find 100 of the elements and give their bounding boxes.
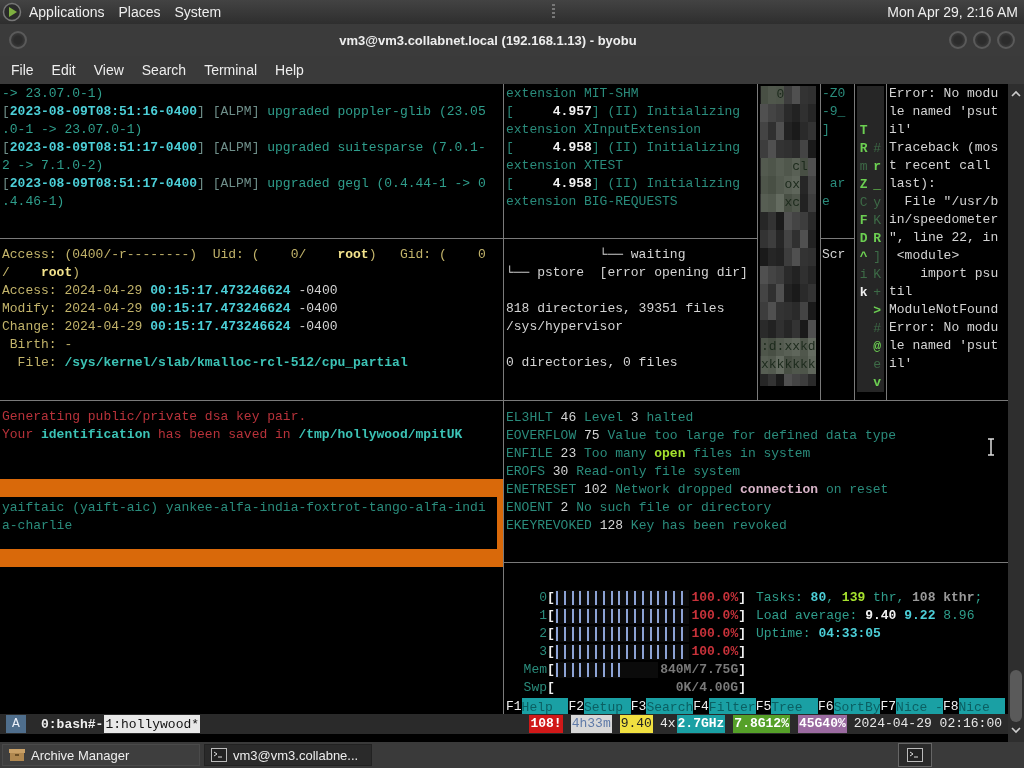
terminal-line: [ 4.957] (II) Initializing bbox=[506, 103, 741, 121]
matrix-letter: K bbox=[872, 266, 883, 284]
terminal-line: [2023-08-09T08:51:17-0400] [ALPM] upgraded gegl (0.4.44-1 -> 0 bbox=[2, 175, 486, 193]
window-menu-button[interactable] bbox=[9, 31, 27, 49]
panel-handle bbox=[552, 4, 556, 20]
bracket: ] bbox=[738, 607, 746, 625]
meter-label: 2 bbox=[538, 625, 547, 643]
bracket: [ bbox=[547, 625, 555, 643]
matrix-letter: Z bbox=[858, 176, 869, 194]
terminal-line: EKEYREVOKED 128 Key has been revoked bbox=[506, 517, 787, 535]
terminal-line: t recent call bbox=[889, 157, 991, 175]
function-key: F8 bbox=[942, 698, 959, 714]
terminal-line: ENETRESET 102 Network dropped connection on reset bbox=[506, 481, 889, 499]
terminal-line: e bbox=[822, 193, 830, 211]
terminal-launcher[interactable] bbox=[898, 743, 932, 767]
matrix-letter: F bbox=[858, 212, 869, 230]
terminal-line: └── waiting bbox=[598, 246, 686, 264]
matrix-letter: @ bbox=[872, 338, 883, 356]
terminal-line: [2023-08-09T08:51:16-0400] [ALPM] upgraded poppler-glib (23.05 bbox=[2, 103, 486, 121]
function-key: F7 bbox=[880, 698, 897, 714]
panel-clock[interactable]: Mon Apr 29, 2:16 AM bbox=[887, 4, 1018, 20]
bracket: [ bbox=[547, 643, 555, 661]
taskbar-button[interactable]: Archive Manager bbox=[2, 744, 200, 766]
terminal-line: il' bbox=[889, 355, 913, 373]
terminal-line: extension XInputExtension bbox=[506, 121, 702, 139]
terminal-line: Access: 2024-04-29 00:15:17.473246624 -0400 bbox=[2, 282, 338, 300]
status-item: 4x bbox=[658, 715, 677, 733]
menu-item[interactable]: Help bbox=[266, 62, 313, 78]
matrix-glyphs: :d:xxkd bbox=[761, 338, 816, 356]
matrix-letter: i bbox=[858, 266, 869, 284]
matrix-letter: R bbox=[872, 230, 883, 248]
terminal-line: └── pstore [error opening dir] bbox=[506, 264, 748, 282]
meter-reading: 100.0% bbox=[691, 625, 739, 643]
meter-label: 1 bbox=[538, 607, 547, 625]
matrix-letter: C bbox=[858, 194, 869, 212]
scrollbar-thumb[interactable] bbox=[1010, 670, 1022, 722]
terminal-line: extension XTEST bbox=[506, 157, 624, 175]
menu-item[interactable]: Terminal bbox=[195, 62, 267, 78]
terminal-line: a-charlie bbox=[2, 517, 73, 535]
matrix-letter: ] bbox=[872, 248, 883, 266]
terminal-line: Modify: 2024-04-29 00:15:17.473246624 -0400 bbox=[2, 300, 338, 318]
close-button[interactable] bbox=[997, 31, 1015, 49]
bracket: [ bbox=[547, 679, 555, 697]
terminal-line: Birth: - bbox=[8, 336, 73, 354]
bracket: ] bbox=[738, 589, 746, 607]
terminal-line: Change: 2024-04-29 00:15:17.473246624 -0400 bbox=[2, 318, 338, 336]
terminal-line: extension MIT-SHM bbox=[506, 85, 639, 103]
terminal-line: ] bbox=[822, 121, 830, 139]
matrix-letter: _ bbox=[872, 176, 883, 194]
function-key: F2 bbox=[568, 698, 584, 714]
meter-label: 3 bbox=[538, 643, 547, 661]
terminal-line: Uptime: 04:33:05 bbox=[756, 625, 881, 643]
window-tab[interactable]: 0:bash#- bbox=[40, 715, 105, 733]
maximize-button[interactable] bbox=[973, 31, 991, 49]
terminal-line: .0-1 -> 23.07.0-1) bbox=[2, 121, 143, 139]
menu-item[interactable]: File bbox=[2, 62, 43, 78]
terminal-line: in/speedometer bbox=[889, 211, 999, 229]
matrix-letter: r bbox=[872, 158, 883, 176]
taskbar-button[interactable]: vm3@vm3.collabne... bbox=[204, 744, 372, 766]
minimize-button[interactable] bbox=[949, 31, 967, 49]
terminal-line: File "/usr/b bbox=[903, 193, 999, 211]
terminal-line: Tasks: 80, 139 thr, 108 kthr; bbox=[756, 589, 983, 607]
status-item: 108! bbox=[529, 715, 563, 733]
logo-icon[interactable] bbox=[2, 2, 22, 22]
status-item: 7.8G12% bbox=[733, 715, 790, 733]
terminal-line: File: /sys/kernel/slab/kmalloc-rcl-512/cpu_partial bbox=[16, 354, 408, 372]
panel-menu[interactable]: Places bbox=[111, 0, 168, 24]
meter-reading: 0K/4.00G bbox=[675, 679, 739, 697]
meter-reading: 100.0% bbox=[691, 643, 739, 661]
terminal-line: ENFILE 23 Too many open files in system bbox=[506, 445, 811, 463]
terminal-line: Access: (0400/-r--------) Uid: ( 0/ root) Gid: ( 0 bbox=[2, 246, 486, 264]
bracket: ] bbox=[738, 643, 746, 661]
panel-menu[interactable]: Applications bbox=[22, 0, 112, 24]
terminal-line: ar bbox=[828, 175, 846, 193]
terminal-line: yaiftaic (yaift-aic) yankee-alfa-india-foxtrot-tango-alfa-indi bbox=[2, 499, 486, 517]
matrix-letter: K bbox=[872, 212, 883, 230]
status-item: 2024-04-29 02:16:00 bbox=[852, 715, 1003, 733]
matrix-letter: m bbox=[858, 158, 869, 176]
matrix-letter: T bbox=[858, 122, 869, 140]
panel-menu[interactable]: System bbox=[167, 0, 229, 24]
terminal-line: ", line 22, in bbox=[889, 229, 999, 247]
session-indicator: A bbox=[6, 715, 26, 733]
meter-label: Swp bbox=[522, 679, 547, 697]
matrix-letter: # bbox=[872, 320, 883, 338]
window-tab[interactable]: 1:hollywood* bbox=[104, 715, 201, 733]
terminal-line: .4.46-1) bbox=[2, 193, 65, 211]
matrix-letter: R bbox=[858, 140, 869, 158]
scroll-up-icon[interactable] bbox=[1011, 90, 1021, 98]
menu-item[interactable]: Edit bbox=[42, 62, 85, 78]
scroll-down-icon[interactable] bbox=[1011, 726, 1021, 734]
terminal-line: [ 4.958] (II) Initializing bbox=[506, 175, 741, 193]
terminal-line: Traceback (mos bbox=[889, 139, 999, 157]
menu-item[interactable]: View bbox=[84, 62, 133, 78]
bracket: ] bbox=[738, 661, 746, 679]
menu-item[interactable]: Search bbox=[132, 62, 196, 78]
meter-label: Mem bbox=[522, 661, 547, 679]
terminal-line: 0 directories, 0 files bbox=[506, 354, 678, 372]
terminal-line: Scr bbox=[822, 246, 846, 264]
terminal-line: Your identification has been saved in /tmp/hollywood/mpitUK bbox=[2, 426, 463, 444]
matrix-letter: k bbox=[858, 284, 869, 302]
